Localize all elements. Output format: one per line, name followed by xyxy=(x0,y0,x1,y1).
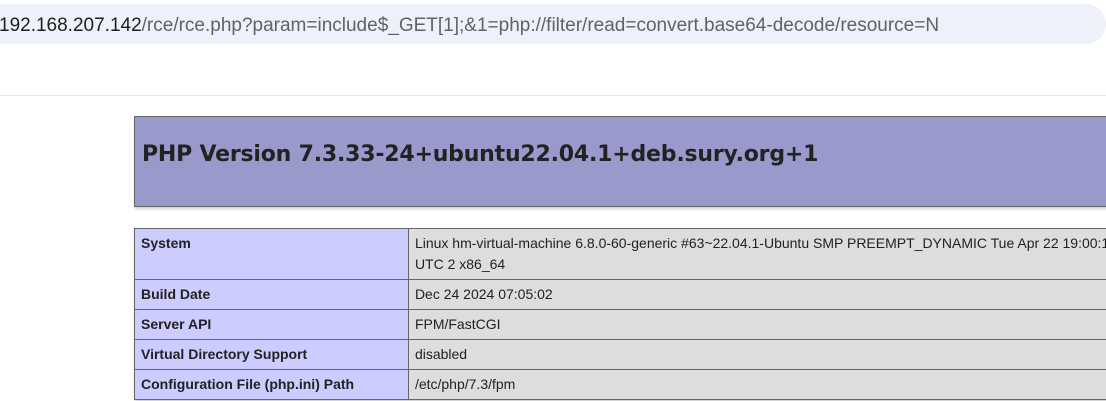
row-value-line: Linux hm-virtual-machine 6.8.0-60-generi… xyxy=(414,235,1106,251)
url-field[interactable]: 192.168.207.142/rce/rce.php?param=includ… xyxy=(0,4,1106,44)
row-key: Build Date xyxy=(134,279,409,310)
table-row: Server API FPM/FastCGI xyxy=(134,309,1106,340)
table-row: Build Date Dec 24 2024 07:05:02 xyxy=(134,279,1106,310)
url-host: 192.168.207.142 xyxy=(0,15,142,36)
row-key: Virtual Directory Support xyxy=(134,339,409,370)
row-key: System xyxy=(134,228,409,280)
url-path: /rce/rce.php?param=include$_GET[1];&1=ph… xyxy=(141,15,940,36)
row-value-line: UTC 2 x86_64 xyxy=(414,256,506,272)
table-row: System Linux hm-virtual-machine 6.8.0-60… xyxy=(134,228,1106,280)
row-value: disabled xyxy=(407,339,1106,370)
row-key: Server API xyxy=(134,309,409,340)
page-title: PHP Version 7.3.33-24+ubuntu22.04.1+deb.… xyxy=(142,142,819,167)
row-value: FPM/FastCGI xyxy=(407,309,1106,340)
address-bar[interactable]: 192.168.207.142/rce/rce.php?param=includ… xyxy=(0,0,1106,46)
table-row: Configuration File (php.ini) Path /etc/p… xyxy=(134,369,1106,400)
row-value: Dec 24 2024 07:05:02 xyxy=(407,279,1106,310)
row-value: /etc/php/7.3/fpm xyxy=(407,369,1106,400)
row-value: Linux hm-virtual-machine 6.8.0-60-generi… xyxy=(407,228,1106,280)
divider xyxy=(0,95,1106,96)
php-version-header: PHP Version 7.3.33-24+ubuntu22.04.1+deb.… xyxy=(134,116,1106,207)
row-key: Configuration File (php.ini) Path xyxy=(134,369,409,400)
url-text[interactable]: 192.168.207.142/rce/rce.php?param=includ… xyxy=(0,15,939,37)
table-row: Virtual Directory Support disabled xyxy=(134,339,1106,370)
php-info-table: System Linux hm-virtual-machine 6.8.0-60… xyxy=(134,228,1106,400)
